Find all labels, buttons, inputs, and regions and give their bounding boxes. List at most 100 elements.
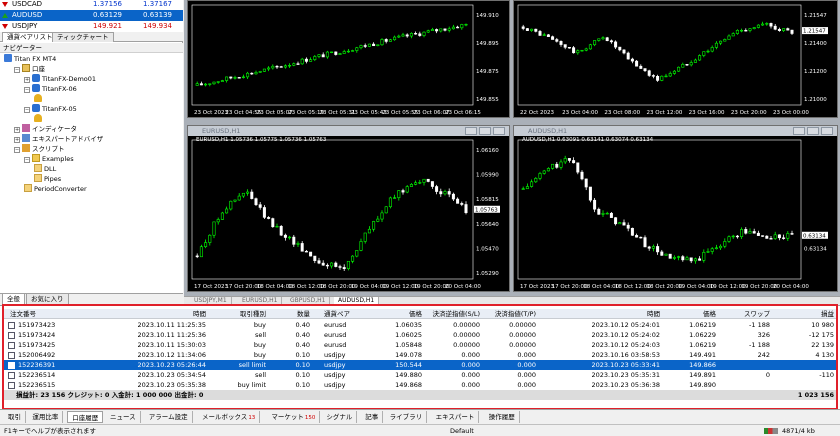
terminal-tab[interactable]: ライブラリ	[386, 411, 428, 423]
table-row[interactable]: 152006492 2023.10.12 11:34:06 buy 0.10 usdjp…	[4, 350, 836, 360]
market-watch: USDCAD 1.37156 1.37167 AUDUSD 0.63129 0.63139…	[0, 0, 183, 32]
chart-titlebar[interactable]: EURUSD,H1	[188, 126, 509, 136]
terminal-tab[interactable]: マーケット150	[267, 411, 321, 423]
candle	[748, 228, 752, 234]
maximize-button[interactable]	[807, 127, 819, 135]
market-watch-row[interactable]: AUDUSD 0.63129 0.63139	[0, 10, 183, 21]
collapse-icon[interactable]: −	[14, 67, 20, 73]
minimize-button[interactable]	[793, 127, 805, 135]
collapse-icon[interactable]: −	[24, 107, 30, 113]
candle	[212, 221, 216, 239]
column-header[interactable]: スワップ	[726, 309, 770, 319]
close-button[interactable]	[821, 127, 833, 135]
candle	[647, 245, 651, 251]
script-item-icon	[34, 174, 42, 182]
script-item-icon	[24, 184, 32, 192]
candle	[677, 66, 681, 72]
cell-symbol: usdjpy	[324, 371, 346, 379]
candle	[464, 201, 468, 215]
column-header[interactable]: 数量	[274, 309, 310, 319]
candle	[672, 255, 676, 260]
chart-titlebar[interactable]: AUDUSD,H1	[514, 126, 837, 136]
tab-general[interactable]: 全般	[2, 294, 25, 305]
market-watch-row[interactable]: USDCAD 1.37156 1.37167	[0, 0, 183, 10]
expand-icon[interactable]: +	[14, 127, 20, 133]
candle	[546, 167, 550, 172]
table-row[interactable]: 152236391 2023.10.23 05:26:44 sell limit 0.…	[4, 360, 836, 370]
cell-price: 1.06025	[395, 331, 422, 339]
time-axis-label: 20 Oct 04:00	[445, 284, 481, 290]
cell-open-time: 2023.10.23 05:34:54	[137, 371, 206, 379]
table-row[interactable]: 152236514 2023.10.23 05:34:54 sell 0.10 usdj…	[4, 370, 836, 380]
ask-price: 1.37167	[143, 0, 172, 8]
column-header[interactable]: 損益	[784, 309, 834, 319]
chart-window[interactable]: AUDUSD,H1 AUDUSD,H1 0.63091 0.63141 0.630…	[513, 125, 838, 292]
table-row[interactable]: 151973424 2023.10.11 11:25:36 sell 0.40 euru…	[4, 330, 836, 340]
expand-icon[interactable]: +	[14, 137, 20, 143]
price-chart[interactable]: 149.910 149.895 149.875 149.855 23 Oct 2023 2…	[188, 1, 509, 117]
cell-id: 151973424	[18, 331, 56, 339]
terminal-tab[interactable]: 操作履歴	[485, 411, 520, 423]
candle	[559, 159, 563, 170]
collapse-icon[interactable]: −	[24, 157, 30, 163]
terminal-tab[interactable]: アラーム設定	[145, 411, 193, 423]
tab-symbols[interactable]: 通貨ペアリスト	[2, 32, 58, 42]
price-axis-label: 1.21200	[804, 69, 827, 75]
table-row[interactable]: 151973425 2023.10.11 15:30:03 buy 0.40 eurus…	[4, 340, 836, 350]
candle	[225, 76, 229, 83]
column-header[interactable]: 時間	[582, 309, 660, 319]
candle	[393, 194, 397, 199]
candle	[208, 234, 212, 246]
candle	[220, 211, 224, 220]
column-header[interactable]: 価格	[382, 309, 422, 319]
column-header[interactable]: 通貨ペア	[324, 309, 364, 319]
expand-icon[interactable]: +	[24, 77, 30, 83]
candle	[342, 264, 346, 271]
order-icon	[8, 352, 15, 359]
terminal-tab[interactable]: 口座履歴	[67, 411, 104, 423]
terminal-tab-label: メールボックス	[202, 413, 248, 421]
price-chart[interactable]: 1.06160 1.05990 1.05815 1.05640 1.05470 1.052…	[188, 136, 509, 291]
column-header[interactable]: 時間	[124, 309, 206, 319]
server-icon	[32, 104, 40, 112]
tab-favorites[interactable]: お気に入り	[26, 294, 69, 305]
candle	[250, 72, 254, 75]
column-header[interactable]: 取引種別	[216, 309, 266, 319]
terminal-tab[interactable]: エキスパート	[432, 411, 480, 423]
cell-swap	[726, 380, 770, 390]
candle	[208, 83, 212, 87]
price-chart[interactable]: 0.631340.6313417 Oct 202317 Oct 20:0018 …	[514, 136, 837, 291]
candle	[292, 62, 296, 67]
column-header[interactable]: 決済指値(T/P)	[492, 309, 536, 319]
terminal-tab[interactable]: 記事	[361, 411, 384, 423]
collapse-icon[interactable]: −	[24, 87, 30, 93]
minimize-button[interactable]	[465, 127, 477, 135]
chart-window[interactable]: 149.910 149.895 149.875 149.855 23 Oct 2023 2…	[187, 0, 510, 118]
market-watch-row[interactable]: USDJPY 149.921 149.934	[0, 21, 183, 32]
tab-tick-chart[interactable]: ティックチャート	[52, 32, 114, 42]
collapse-icon[interactable]: −	[14, 147, 20, 153]
cell-tp: 0.00000	[509, 341, 536, 349]
terminal-tab[interactable]: 運用比率	[28, 411, 64, 423]
terminal-tab[interactable]: ニュース	[106, 411, 141, 423]
terminal-tab[interactable]: 取引	[4, 411, 26, 423]
maximize-button[interactable]	[479, 127, 491, 135]
candle	[199, 244, 203, 258]
cell-swap: -1 188	[749, 321, 770, 329]
terminal-tab[interactable]: シグナル	[322, 411, 358, 423]
close-button[interactable]	[493, 127, 505, 135]
nav-item[interactable]: − TitanFX-06	[24, 84, 77, 95]
candle	[372, 220, 376, 232]
candle	[790, 230, 794, 236]
nav-item[interactable]: − TitanFX-05	[24, 104, 77, 115]
column-header[interactable]: 注文番号	[10, 309, 80, 319]
chart-window[interactable]: 1.21547 1.21400 1.21200 1.21000 1.21547 22 Oc…	[513, 0, 838, 118]
table-row[interactable]: 152236515 2023.10.23 05:35:38 buy limit 0.1…	[4, 380, 836, 390]
terminal-tab[interactable]: メールボックス13	[198, 411, 261, 423]
column-header[interactable]: 価格	[672, 309, 716, 319]
column-header[interactable]: 決済逆指値(S/L)	[432, 309, 480, 319]
chart-window[interactable]: EURUSD,H1 EURUSD,H1 1.05736 1.05775 1.057…	[187, 125, 510, 292]
price-chart[interactable]: 1.21547 1.21400 1.21200 1.21000 1.21547 22 Oc…	[514, 1, 837, 117]
table-row[interactable]: 151973423 2023.10.11 11:25:35 buy 0.40 eurus…	[4, 320, 836, 330]
nav-item[interactable]: PeriodConverter	[24, 184, 87, 195]
